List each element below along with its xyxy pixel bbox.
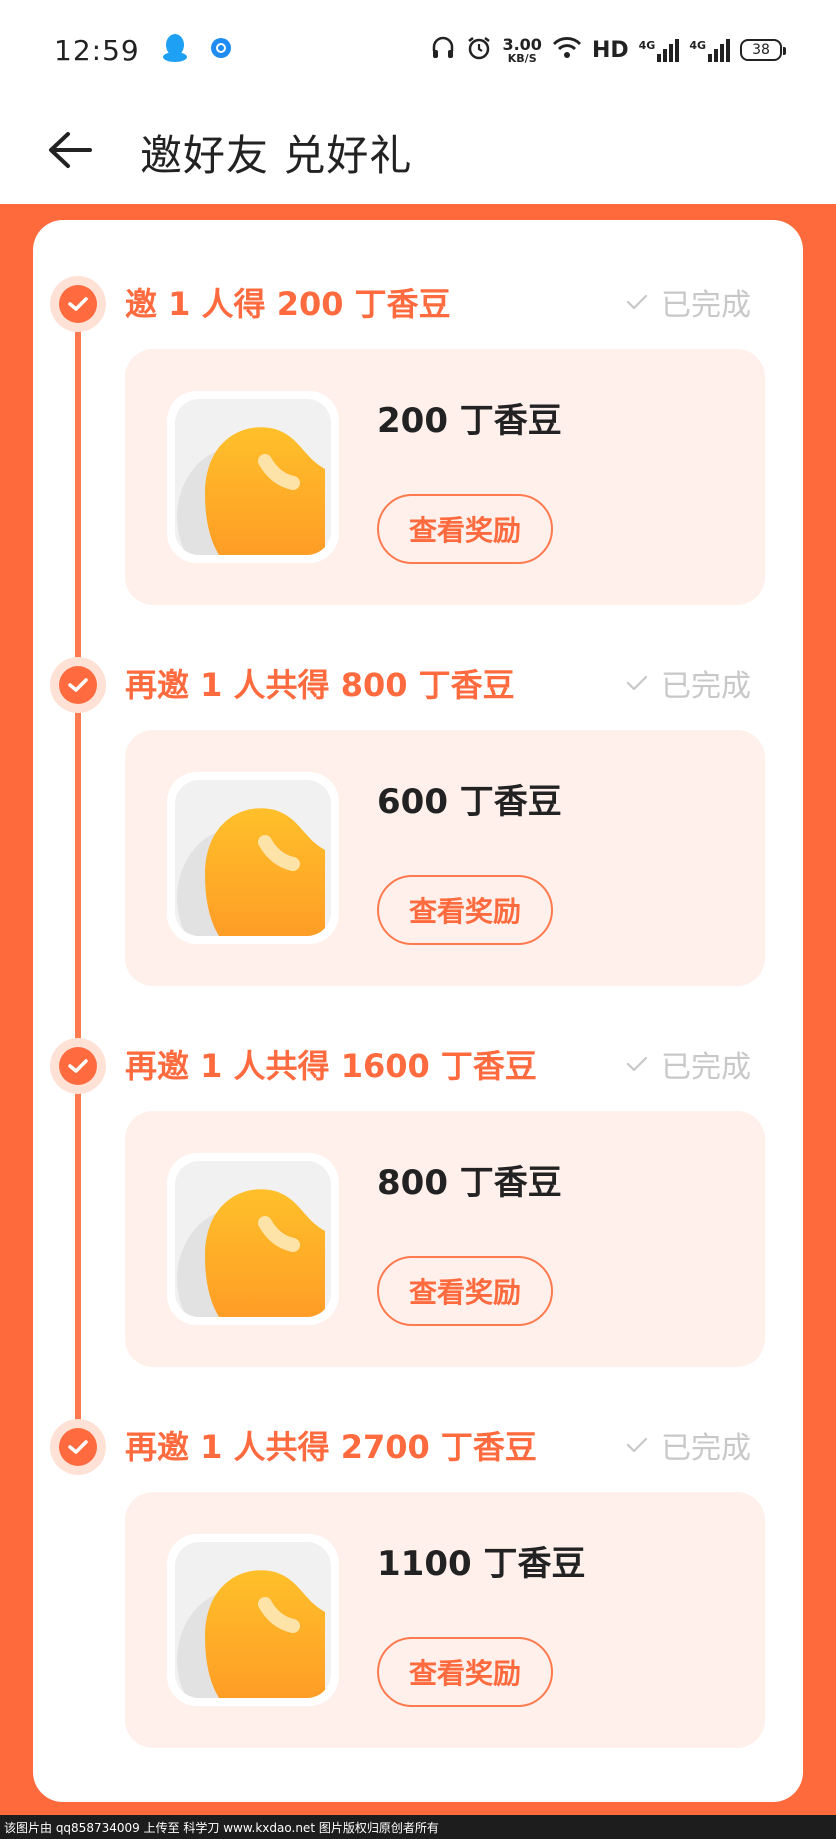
step-title: 再邀 1 人共得 2700 丁香豆 [125,1428,537,1466]
check-icon [625,285,649,320]
view-reward-button[interactable]: 查看奖励 [377,494,553,564]
signal-icon-2: 4G [689,38,730,62]
page-header: 邀好友 兑好礼 [0,100,836,204]
headphones-icon [430,35,456,65]
status-label: 已完成 [661,1050,751,1085]
step-title: 再邀 1 人共得 800 丁香豆 [125,666,515,704]
reward-card: 1100 丁香豆 查看奖励 [125,1492,765,1748]
reward-card: 600 丁香豆 查看奖励 [125,730,765,986]
step-title: 再邀 1 人共得 1600 丁香豆 [125,1047,537,1085]
step-status: 已完成 [625,274,751,330]
status-label: 已完成 [661,288,751,323]
back-button[interactable] [0,100,140,204]
alarm-icon [466,35,492,65]
reward-amount: 600 丁香豆 [377,782,562,822]
page-title: 邀好友 兑好礼 [140,130,413,180]
step-check-icon [50,276,106,332]
step-check-icon [50,1038,106,1094]
net-speed: 3.00 KB/S [502,34,542,65]
arrow-left-icon [46,130,94,174]
reward-amount: 800 丁香豆 [377,1163,562,1203]
reward-card: 800 丁香豆 查看奖励 [125,1111,765,1367]
timeline-line [75,302,81,1448]
check-icon [625,1428,649,1463]
check-icon [625,666,649,701]
bean-icon [177,808,325,936]
step-title: 邀 1 人得 200 丁香豆 [125,285,451,323]
step-status: 已完成 [625,1417,751,1473]
status-app-icons [162,33,232,67]
reward-amount: 200 丁香豆 [377,401,562,441]
step-status: 已完成 [625,655,751,711]
status-bar: 12:59 3.00 KB/S HD 4G 4G 38 [0,0,836,100]
qq-icon [162,33,188,67]
check-icon [625,1047,649,1082]
step-check-icon [50,657,106,713]
status-label: 已完成 [661,1431,751,1466]
status-indicators: 3.00 KB/S HD 4G 4G 38 [430,34,786,65]
bean-image [167,772,339,944]
bean-image [167,1534,339,1706]
bean-image [167,1153,339,1325]
hd-indicator: HD [591,37,629,63]
reward-card: 200 丁香豆 查看奖励 [125,349,765,605]
reward-amount: 1100 丁香豆 [377,1544,586,1584]
browser-icon [210,37,232,63]
status-time: 12:59 [54,33,140,67]
view-reward-button[interactable]: 查看奖励 [377,1256,553,1326]
battery-icon: 38 [740,39,786,61]
step-check-icon [50,1419,106,1475]
bean-icon [177,1189,325,1317]
watermark-text: 该图片由 qq858734009 上传至 科学刀 www.kxdao.net 图… [0,1815,836,1839]
status-label: 已完成 [661,669,751,704]
bean-icon [177,427,325,555]
signal-icon: 4G [639,38,680,62]
bean-icon [177,1570,325,1698]
wifi-icon [552,36,582,64]
view-reward-button[interactable]: 查看奖励 [377,1637,553,1707]
step-status: 已完成 [625,1036,751,1092]
view-reward-button[interactable]: 查看奖励 [377,875,553,945]
bean-image [167,391,339,563]
